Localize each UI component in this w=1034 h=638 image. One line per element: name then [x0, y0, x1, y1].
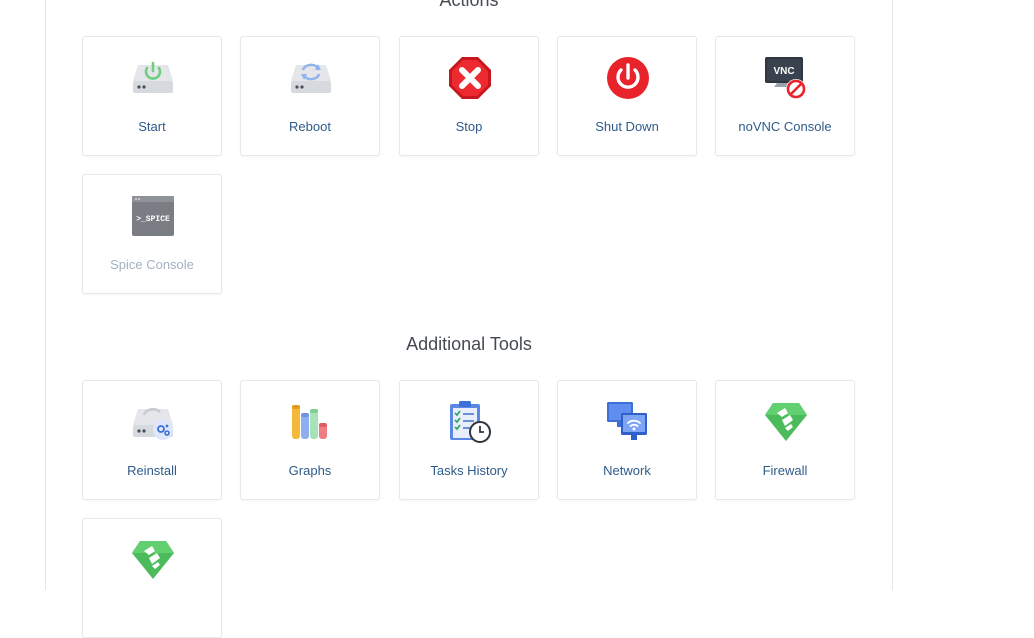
graphs-icon: [288, 399, 334, 445]
firewall-gem-icon: [763, 399, 809, 445]
stop-octagon-icon: [447, 55, 493, 101]
start-button[interactable]: Start: [82, 36, 222, 156]
firewall-gem-icon: [130, 537, 176, 583]
reboot-button[interactable]: Reboot: [240, 36, 380, 156]
network-button[interactable]: Network: [557, 380, 697, 500]
firewall-secondary-button[interactable]: [82, 518, 222, 638]
tasks-history-button[interactable]: Tasks History: [399, 380, 539, 500]
reinstall-drive-icon: [130, 399, 176, 445]
shut-down-button[interactable]: Shut Down: [557, 36, 697, 156]
tasks-history-label: Tasks History: [430, 463, 508, 478]
graphs-label: Graphs: [288, 463, 332, 478]
spice-console-label: Spice Console: [110, 257, 194, 272]
spice-icon-text: >_SPICE: [136, 215, 170, 224]
vnc-icon-text: VNC: [773, 66, 794, 77]
shut-down-label: Shut Down: [595, 119, 659, 134]
additional-tools-section-title: Additional Tools: [406, 334, 532, 354]
reinstall-button[interactable]: Reinstall: [82, 380, 222, 500]
reboot-drive-icon: [288, 55, 334, 101]
firewall-button[interactable]: Firewall: [715, 380, 855, 500]
network-monitors-icon: [605, 399, 651, 445]
start-label: Start: [138, 119, 166, 134]
reboot-label: Reboot: [289, 119, 331, 134]
graphs-button[interactable]: Graphs: [240, 380, 380, 500]
tasks-clipboard-icon: [447, 399, 493, 445]
actions-section-title: Actions: [439, 0, 499, 10]
stop-label: Stop: [455, 119, 483, 134]
reinstall-label: Reinstall: [127, 463, 177, 478]
power-drive-green-icon: [130, 55, 176, 101]
firewall-label: Firewall: [762, 463, 808, 478]
novnc-console-button[interactable]: VNC noVNC Console: [715, 36, 855, 156]
spice-terminal-icon: >_SPICE: [130, 193, 176, 239]
stop-button[interactable]: Stop: [399, 36, 539, 156]
power-red-icon: [605, 55, 651, 101]
novnc-console-label: noVNC Console: [738, 119, 832, 134]
vnc-disabled-icon: VNC: [763, 55, 809, 101]
content-panel: Actions Start Reboot Stop Shut Down VNC …: [45, 0, 893, 638]
network-label: Network: [603, 463, 651, 478]
spice-console-button[interactable]: >_SPICE Spice Console: [82, 174, 222, 294]
